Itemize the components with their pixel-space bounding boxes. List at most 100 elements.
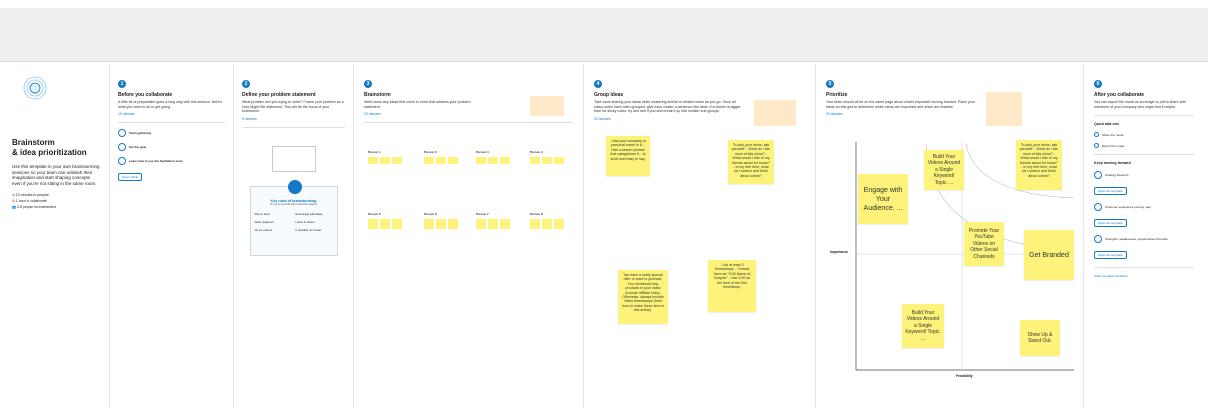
- rule-item: Go for volume.: [254, 227, 273, 232]
- sticky-note[interactable]: To pick your niche, ask yourself: - What…: [728, 140, 774, 184]
- step-number: 4: [594, 80, 602, 88]
- panel-title: Before you collaborate: [118, 92, 173, 98]
- step-number: 6: [1094, 80, 1102, 88]
- quick-addons-title: Quick add-ons: [1094, 122, 1119, 127]
- person-label: Person 3: [476, 150, 489, 154]
- step-number: 1: [118, 80, 126, 88]
- sticky-note[interactable]: [530, 219, 540, 229]
- divider: [118, 122, 225, 124]
- panel-text: You can export the mural as an image or …: [1094, 100, 1186, 109]
- sticky-note[interactable]: [380, 157, 390, 164]
- goal-icon: [118, 143, 126, 152]
- sticky-note[interactable]: [500, 219, 510, 229]
- intro-panel: Brainstorm & idea prioritization Use thi…: [4, 64, 110, 408]
- feedback-link[interactable]: Share template feedback: [1094, 274, 1194, 278]
- sticky-note[interactable]: [500, 157, 510, 164]
- divider: [1094, 154, 1194, 156]
- panel-text: Take turns sharing your ideas while clus…: [594, 100, 741, 114]
- tools-icon: [118, 157, 126, 166]
- sticky-note[interactable]: [488, 157, 498, 164]
- addon-item[interactable]: Export the mural: [1094, 143, 1194, 149]
- share-icon: [1094, 132, 1099, 138]
- swot-icon: [1094, 235, 1102, 244]
- sticky-note[interactable]: [368, 219, 378, 229]
- sticky-note[interactable]: [436, 219, 446, 229]
- step-item: Learn how to use the facilitation tools: [118, 157, 225, 166]
- sticky-note[interactable]: [436, 157, 446, 164]
- panel-title: Group ideas: [594, 92, 624, 98]
- person-label: Person 7: [476, 212, 489, 216]
- sticky-note[interactable]: [476, 219, 486, 229]
- sticky-note[interactable]: [392, 219, 402, 229]
- panel-title: After you collaborate: [1094, 92, 1145, 98]
- step-item: Team gathering: [118, 129, 225, 138]
- sticky-note[interactable]: Engage with Your Audience. ...: [858, 174, 908, 224]
- person-label: Person 1: [368, 150, 381, 154]
- mural-board[interactable]: Brainstorm & idea prioritization Use thi…: [4, 64, 1204, 408]
- y-axis-label: Importance: [830, 250, 849, 254]
- sticky-note[interactable]: [448, 157, 458, 164]
- sticky-note[interactable]: [554, 219, 564, 229]
- before-panel: 1 Before you collaborate A little bit of…: [110, 64, 234, 408]
- open-article-button[interactable]: Open article: [118, 173, 143, 182]
- sticky-note[interactable]: You have a really special offer or want …: [618, 270, 668, 324]
- export-icon: [1094, 143, 1099, 149]
- open-template-button[interactable]: Open the template: [1094, 187, 1127, 196]
- person-label: Person 2: [424, 150, 437, 154]
- sticky-note[interactable]: [448, 219, 458, 229]
- panel-text: What problem are you trying to solve? Fr…: [242, 100, 344, 114]
- sticky-note[interactable]: [392, 157, 402, 164]
- sticky-note[interactable]: [424, 219, 434, 229]
- tip-note: [754, 100, 796, 126]
- person-label: Person 6: [424, 212, 437, 216]
- sticky-note[interactable]: Build Your Videos Around a Single Keywor…: [902, 304, 944, 348]
- sticky-note[interactable]: [424, 157, 434, 164]
- x-axis-label: Feasibility: [956, 374, 973, 378]
- sticky-note[interactable]: - List at least 3 timestamps. - Format t…: [708, 260, 756, 312]
- sticky-note[interactable]: [368, 157, 378, 164]
- lightbulb-icon: [20, 76, 50, 100]
- divider: [242, 126, 345, 128]
- sticky-note[interactable]: - Has your company or personal name in i…: [606, 136, 650, 176]
- sticky-note[interactable]: [542, 157, 552, 164]
- rules-subtitle: To run an smooth and productive session: [269, 202, 318, 206]
- sticky-note[interactable]: [542, 219, 552, 229]
- open-template-button[interactable]: Open the template: [1094, 219, 1127, 228]
- rule-item: Defer judgment.: [254, 219, 275, 224]
- keep-moving-title: Keep moving forward: [1094, 161, 1131, 166]
- rules-card: Key rules of brainstorming To run an smo…: [249, 179, 338, 256]
- rule-item: If possible, be visual.: [295, 227, 322, 232]
- sticky-note[interactable]: Get Branded: [1024, 230, 1074, 280]
- step-item: Set the goal: [118, 143, 225, 152]
- sticky-note[interactable]: Promote Your YouTube Videos on Other Soc…: [964, 222, 1004, 266]
- rule-item: Stay in topic.: [254, 211, 271, 216]
- problem-statement-card[interactable]: [271, 145, 316, 172]
- sticky-note[interactable]: [476, 157, 486, 164]
- stat-people: 👥 2-8 people recommended: [12, 205, 56, 210]
- sticky-note[interactable]: Build Your Videos Around a Single Keywor…: [924, 150, 964, 190]
- template-stats: ◷ 10 minutes to prepare ◷ 1 hour to coll…: [12, 192, 101, 210]
- prioritize-panel: 5 Prioritize Your team should all be on …: [816, 64, 1084, 408]
- sticky-note[interactable]: To pick your niche, ask yourself: - What…: [1016, 140, 1062, 190]
- rules-icon: [287, 179, 302, 194]
- divider: [364, 122, 573, 124]
- sticky-note[interactable]: [380, 219, 390, 229]
- sticky-note[interactable]: [554, 157, 564, 164]
- sticky-note[interactable]: [530, 157, 540, 164]
- tip-note: [530, 96, 564, 116]
- template-suggestion: Strategy blueprint: [1094, 171, 1194, 180]
- team-icon: [118, 129, 126, 138]
- person-label: Person 5: [368, 212, 381, 216]
- sticky-note[interactable]: Show Up & Stand Out.: [1020, 320, 1060, 356]
- open-template-button[interactable]: Open the template: [1094, 251, 1127, 260]
- group-panel: 4 Group ideas Take turns sharing your id…: [584, 64, 816, 408]
- blueprint-icon: [1094, 171, 1102, 180]
- divider: [1094, 115, 1194, 117]
- person-label: Person 8: [530, 212, 543, 216]
- sticky-note[interactable]: [488, 219, 498, 229]
- addon-item[interactable]: Share the mural: [1094, 132, 1194, 138]
- template-description: Use this template in your own brainstorm…: [12, 164, 100, 186]
- define-panel: 2 Define your problem statement What pro…: [234, 64, 354, 408]
- template-title: Brainstorm & idea prioritization: [12, 138, 87, 157]
- panel-title: Define your problem statement: [242, 92, 316, 98]
